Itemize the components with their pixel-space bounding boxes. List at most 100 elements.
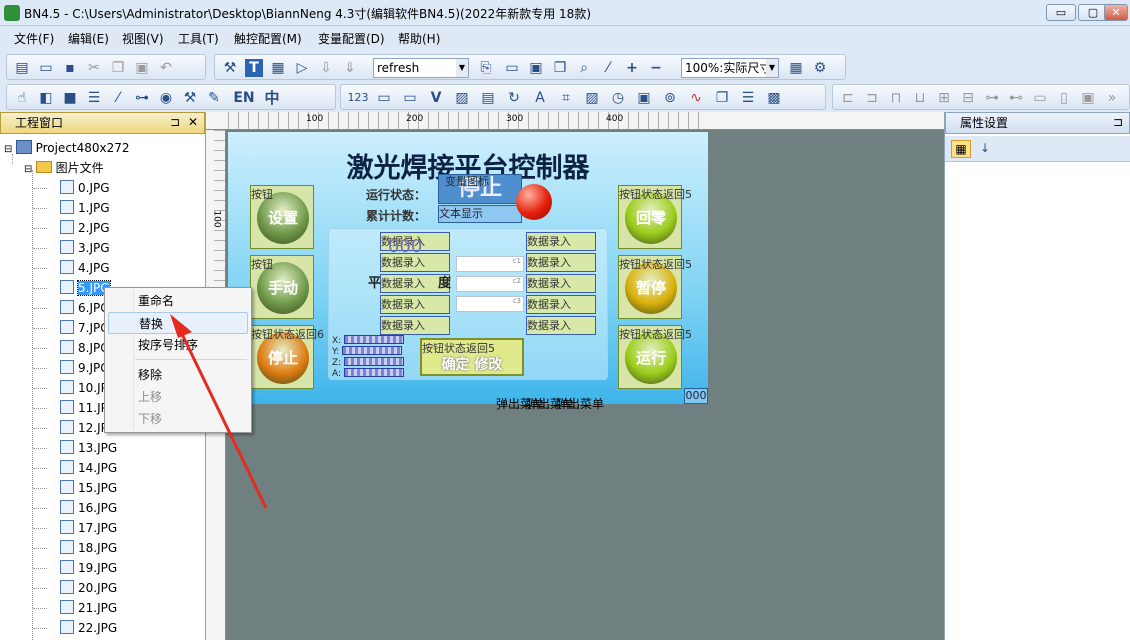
data-entry-field[interactable]: 数据录入 xyxy=(380,295,450,314)
line-tool-icon[interactable]: ⁄ xyxy=(109,89,127,107)
circle-icon[interactable]: ◉ xyxy=(157,89,175,107)
axis-readout[interactable]: Z: xyxy=(332,357,405,368)
tree-file-item[interactable]: 8.JPG xyxy=(60,338,110,358)
wave-icon[interactable]: ∿ xyxy=(687,89,705,107)
tree-file-item[interactable]: 2.JPG xyxy=(60,218,110,238)
tree-file-item[interactable]: 14.JPG xyxy=(60,458,117,478)
tools-icon[interactable]: ⚒ xyxy=(181,89,199,107)
tree-file-item[interactable]: 0.JPG xyxy=(60,178,110,198)
axis-readout[interactable]: A: xyxy=(332,368,405,379)
hmi-button[interactable]: 设置 按钮 xyxy=(250,185,314,249)
menu-help[interactable]: 帮助(H) xyxy=(398,30,440,47)
data-entry-field[interactable]: 数据录入 xyxy=(526,295,596,314)
pin-icon[interactable]: ⊐ xyxy=(1113,112,1123,132)
tree-file-item[interactable]: 22.JPG xyxy=(60,618,117,638)
open-icon[interactable]: ▭ xyxy=(37,59,55,77)
tree-file-item[interactable]: 6.JPG xyxy=(60,298,110,318)
zoom-icon[interactable]: ⌕ xyxy=(575,59,593,77)
popup-menu-labels[interactable]: 弹出菜单 弹出菜单 弹出菜单 xyxy=(496,393,616,411)
axis-readout[interactable]: Y: xyxy=(332,346,403,357)
tree-file-item[interactable]: 16.JPG xyxy=(60,498,117,518)
tree-file-item[interactable]: 9.JPG xyxy=(60,358,110,378)
tree-file-item[interactable]: 15.JPG xyxy=(60,478,117,498)
distribute-h-icon[interactable]: ⊶ xyxy=(983,89,1001,107)
tree-file-item[interactable]: 17.JPG xyxy=(60,518,117,538)
hmi-screen[interactable]: 激光焊接平台控制器 运行状态： 累计计数： 停止 变量图标 文本显示 设置 按钮手… xyxy=(228,132,708,404)
more-icon[interactable]: » xyxy=(1103,89,1121,107)
tree-file-item[interactable]: 13.JPG xyxy=(60,438,117,458)
tree-file-item[interactable]: 19.JPG xyxy=(60,558,117,578)
menu-view[interactable]: 视图(V) xyxy=(122,30,164,47)
axis-readout[interactable]: X: xyxy=(332,335,405,346)
preview-icon[interactable]: ⎘ xyxy=(477,59,495,77)
new-icon[interactable]: ▤ xyxy=(13,59,31,77)
data-entry-field[interactable]: 数据录入 xyxy=(526,253,596,272)
calculator-icon[interactable]: ▦ xyxy=(787,59,805,77)
download2-icon[interactable]: ⇓ xyxy=(341,59,359,77)
copy-icon[interactable]: ❐ xyxy=(109,59,127,77)
align-top-icon[interactable]: ⊓ xyxy=(887,89,905,107)
same-width-icon[interactable]: ▭ xyxy=(1031,89,1049,107)
categorized-icon[interactable]: ▦ xyxy=(951,140,971,158)
distribute-v-icon[interactable]: ⊷ xyxy=(1007,89,1025,107)
zh-icon[interactable]: 中 xyxy=(263,89,281,107)
menu-variable-config[interactable]: 变量配置(D) xyxy=(318,30,385,47)
copy-screen-icon[interactable]: ❐ xyxy=(713,89,731,107)
save-icon[interactable]: ▪ xyxy=(61,59,79,77)
settings-icon[interactable]: ⚙ xyxy=(811,59,829,77)
image-icon[interactable]: ▨ xyxy=(453,89,471,107)
zoom-in-icon[interactable]: + xyxy=(623,59,641,77)
menu-file[interactable]: 文件(F) xyxy=(14,30,54,47)
same-height-icon[interactable]: ▯ xyxy=(1055,89,1073,107)
close-button[interactable]: ✕ xyxy=(1104,4,1128,21)
pointer-icon[interactable]: ☝ xyxy=(13,89,31,107)
clock-icon[interactable]: ◷ xyxy=(609,89,627,107)
pipette-icon[interactable]: ⁄ xyxy=(599,59,617,77)
wrench-icon[interactable]: ⚒ xyxy=(221,59,239,77)
edit-icon[interactable]: ✎ xyxy=(205,89,223,107)
align-right-icon[interactable]: ⊐ xyxy=(863,89,881,107)
input-field-c2[interactable]: c2 xyxy=(456,276,524,292)
data-entry-field[interactable]: 数据录入 xyxy=(526,274,596,293)
picture-icon[interactable]: ▨ xyxy=(583,89,601,107)
download-device-icon[interactable]: ▣ xyxy=(527,59,545,77)
window-icon[interactable]: ❐ xyxy=(551,59,569,77)
confirm-button[interactable]: 按钮状态返回5 确定 修改 xyxy=(420,338,524,376)
data-entry-field[interactable]: 数据录入 xyxy=(380,316,450,335)
data-entry-field[interactable]: 数据录入 xyxy=(526,232,596,251)
en-icon[interactable]: EN xyxy=(231,89,257,107)
pin-icon[interactable]: ⊐ xyxy=(170,112,180,132)
tree-file-item[interactable]: 18.JPG xyxy=(60,538,117,558)
sort-az-icon[interactable]: ↓ xyxy=(975,140,995,158)
text-tool-icon[interactable]: T xyxy=(245,59,263,77)
data-entry-field[interactable]: 数据录入 xyxy=(526,316,596,335)
paste-icon[interactable]: ▣ xyxy=(133,59,151,77)
hmi-button[interactable]: 运行 按钮状态返回5 xyxy=(618,325,692,389)
menu-tools[interactable]: 工具(T) xyxy=(178,30,219,47)
bars-icon[interactable]: ▤ xyxy=(479,89,497,107)
slider-icon[interactable]: ⊶ xyxy=(133,89,151,107)
keyboard-icon[interactable]: ▭ xyxy=(503,59,521,77)
refresh-combo[interactable]: refresh ▼ xyxy=(373,58,469,78)
rectangle-icon[interactable]: ■ xyxy=(61,89,79,107)
align-center-icon[interactable]: ⊞ xyxy=(935,89,953,107)
tree-file-item[interactable]: 1.JPG xyxy=(60,198,110,218)
download-icon[interactable]: ⇩ xyxy=(317,59,335,77)
tree-file-item[interactable]: 4.JPG xyxy=(60,258,110,278)
bracket-icon[interactable]: ⌗ xyxy=(557,89,575,107)
undo-icon[interactable]: ↶ xyxy=(157,59,175,77)
tree-file-item[interactable]: 20.JPG xyxy=(60,578,117,598)
align-bottom-icon[interactable]: ⊔ xyxy=(911,89,929,107)
zoom-out-icon[interactable]: − xyxy=(647,59,665,77)
status-indicator[interactable]: 停止 变量图标 xyxy=(438,174,522,204)
number-display-icon[interactable]: 123 xyxy=(345,89,371,107)
tree-file-item[interactable]: 3.JPG xyxy=(60,238,110,258)
record-icon[interactable]: ⊚ xyxy=(661,89,679,107)
cut-icon[interactable]: ✂ xyxy=(85,59,103,77)
align-left-icon[interactable]: ⊏ xyxy=(839,89,857,107)
shapes-icon[interactable]: ◧ xyxy=(37,89,55,107)
font-icon[interactable]: A xyxy=(531,89,549,107)
align-middle-icon[interactable]: ⊟ xyxy=(959,89,977,107)
close-icon[interactable]: ✕ xyxy=(188,112,198,132)
same-size-icon[interactable]: ▣ xyxy=(1079,89,1097,107)
